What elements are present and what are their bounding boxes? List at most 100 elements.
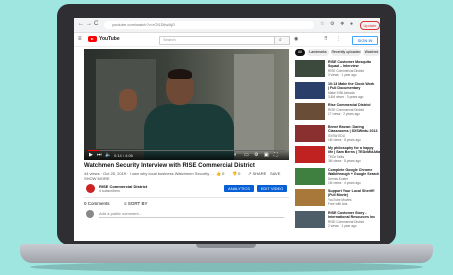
dislike-count: 0 — [238, 171, 241, 176]
recommendation-item[interactable]: RISE Customer Story - International Resou… — [295, 210, 380, 228]
dislike-button[interactable]: 👎 0 — [232, 171, 240, 176]
hamburger-menu-icon[interactable]: ≡ — [78, 36, 82, 42]
update-button[interactable]: Update — [360, 21, 380, 30]
youtube-header: ≡ YouTube Search ⌕ ◉ ⠿ ⋮ SIGN IN — [74, 33, 380, 47]
recommendation-title[interactable]: Complete Google Chrome Walkthrough + Goog… — [328, 168, 380, 176]
recommendation-stats: 3M views · 8 years ago — [328, 159, 361, 163]
progress-track[interactable] — [88, 150, 285, 151]
recommendation-thumbnail[interactable] — [295, 60, 325, 77]
recommendation-title[interactable]: Brené Brown: Daring Classrooms | SXSWedu … — [328, 125, 380, 133]
recommendation-stats: 17 views · 2 years ago — [328, 112, 360, 116]
settings-icon[interactable]: ⋮ — [336, 36, 341, 42]
recommendation-item[interactable]: Brené Brown: Daring Classrooms | SXSWedu … — [295, 124, 380, 142]
comment-input[interactable]: Add a public comment... — [99, 211, 142, 216]
address-url: youtube.com/watch?v=rOl1DlIwAjG — [112, 22, 176, 27]
recommendation-title[interactable]: Rise Commercial District — [328, 103, 380, 107]
thumbs-down-icon: 👎 — [232, 171, 237, 176]
progress-fill — [88, 150, 100, 151]
recommendation-thumbnail[interactable] — [295, 210, 325, 228]
section-divider — [84, 197, 289, 198]
captions-icon[interactable]: ▭ — [244, 152, 249, 158]
analytics-button[interactable]: ANALYTICS — [224, 185, 254, 192]
fullscreen-icon[interactable]: ⛶ — [274, 152, 278, 158]
recommendation-item[interactable]: 10:13 Make the Clock Work | Full Document… — [295, 81, 380, 99]
video-background-door — [234, 54, 274, 154]
apps-grid-icon[interactable]: ⠿ — [324, 36, 328, 42]
recommendation-item[interactable]: Complete Google Chrome Walkthrough + Goog… — [295, 167, 380, 185]
search-placeholder: Search — [163, 37, 176, 42]
recommendation-thumbnail[interactable] — [295, 189, 325, 206]
sort-label: SORT BY — [127, 201, 148, 206]
speaker-hair — [168, 69, 192, 79]
time-readout: 0:14 / 4:06 — [114, 153, 133, 158]
autoplay-toggle[interactable]: ◐ — [234, 152, 237, 158]
account-icon[interactable]: ● — [350, 21, 353, 27]
sort-by-button[interactable]: ≡ SORT BY — [124, 201, 147, 206]
thumbs-up-icon: 👍 — [216, 171, 221, 176]
miniplayer-icon[interactable]: ▣ — [264, 152, 269, 158]
show-more-link[interactable]: SHOW MORE — [84, 176, 110, 181]
recommendation-title-line2: Squad – Interview — [328, 64, 359, 69]
recommendation-item[interactable]: Rise Commercial District RISE Commercial … — [295, 103, 380, 120]
like-button[interactable]: 👍 0 — [216, 171, 224, 176]
youtube-logo-text[interactable]: YouTube — [99, 36, 120, 42]
user-avatar — [86, 210, 94, 218]
recommendation-title[interactable]: RISE Customer Story - International Resou… — [328, 211, 380, 219]
recommendation-thumbnail[interactable] — [295, 81, 325, 99]
recommendation-thumbnail[interactable] — [295, 124, 325, 142]
recommendation-stats: 3 views · 1 year ago — [328, 73, 357, 77]
like-count: 0 — [222, 171, 225, 176]
chip-recently-uploaded[interactable]: Recently uploaded — [331, 49, 361, 56]
channel-avatar[interactable] — [86, 184, 95, 193]
recommendation-title[interactable]: My philosophy for a happy life | Sam Bern… — [328, 146, 380, 154]
share-button[interactable]: ↗ SHARE — [248, 171, 266, 176]
channel-subscribers: 4 subscribers — [99, 189, 120, 193]
recommendation-title-line2: (Full Movie) — [328, 193, 348, 198]
recommendation-title-line2: life | Sam Berns | TEDxMidAtlantic — [328, 150, 380, 155]
extension-icon[interactable]: ⚙ — [330, 21, 334, 27]
settings-gear-icon[interactable]: ⚙ — [254, 152, 258, 158]
comment-underline — [99, 217, 284, 218]
edit-video-button[interactable]: EDIT VIDEO — [257, 185, 287, 192]
recommendation-thumbnail[interactable] — [295, 146, 325, 163]
recommendation-stats: 3.4M views · 3 years ago — [328, 94, 364, 99]
laptop-notch — [196, 244, 256, 248]
recommendation-stats: 2 views · 1 year ago — [328, 223, 357, 228]
forward-button[interactable]: → — [86, 21, 92, 28]
recommendation-stats: Free with Ads — [328, 202, 348, 206]
recommendation-item[interactable]: Support Your Local Sheriff! (Full Movie) Y… — [295, 189, 380, 206]
search-input[interactable]: Search — [159, 36, 276, 45]
address-bar[interactable]: youtube.com/watch?v=rOl1DlIwAjG — [104, 21, 314, 29]
reload-button[interactable]: C — [94, 21, 98, 28]
play-icon[interactable]: ▶ — [89, 152, 93, 158]
recommendation-item[interactable]: RISE Customer Mosquito Squad – Interview R… — [295, 60, 380, 77]
recommendation-stats: 1M views · 8 years ago — [328, 137, 361, 142]
recommendation-title[interactable]: 10:13 Make the Clock Work | Full Document… — [328, 82, 380, 90]
speaker-hand — [119, 89, 137, 111]
chip-watched[interactable]: Watched — [363, 49, 380, 56]
star-icon[interactable]: ☆ — [320, 21, 324, 27]
chip-landmarks[interactable]: Landmarks — [307, 49, 329, 56]
save-button[interactable]: SAVE — [270, 171, 280, 176]
back-button[interactable]: ← — [78, 21, 84, 28]
recommendation-title-line2: | Full Documentary — [328, 85, 361, 90]
recommendation-thumbnail[interactable] — [295, 167, 325, 185]
laptop-shadow — [30, 262, 423, 272]
share-label: SHARE — [252, 171, 267, 176]
laptop-screen: ← → C youtube.com/watch?v=rOl1DlIwAjG ☆ … — [74, 18, 380, 241]
volume-icon[interactable]: 🔈 — [105, 152, 111, 158]
next-icon[interactable]: ⏭ — [97, 152, 102, 158]
recommendation-title[interactable]: RISE Customer Mosquito Squad – Interview — [328, 60, 380, 68]
recommendation-thumbnail[interactable] — [295, 103, 325, 120]
chip-all[interactable]: All — [295, 49, 305, 56]
video-player[interactable]: ▶ ⏭ 🔈 0:14 / 4:06 ◐ ▭ ⚙ ▣ ⛶ — [84, 49, 289, 160]
puzzle-icon[interactable]: ❖ — [340, 21, 344, 27]
recommendation-title-line1: Rise Commercial District — [328, 103, 371, 107]
sign-in-button[interactable]: SIGN IN — [352, 36, 378, 45]
recommendation-item[interactable]: My philosophy for a happy life | Sam Bern… — [295, 146, 380, 163]
recommendation-title-line2: Walkthrough + Google Search — [328, 171, 380, 176]
search-button[interactable]: ⌕ — [274, 36, 290, 45]
mic-icon[interactable]: ◉ — [294, 36, 298, 42]
share-icon: ↗ — [248, 171, 252, 176]
recommendation-title[interactable]: Support Your Local Sheriff! (Full Movie) — [328, 189, 380, 197]
